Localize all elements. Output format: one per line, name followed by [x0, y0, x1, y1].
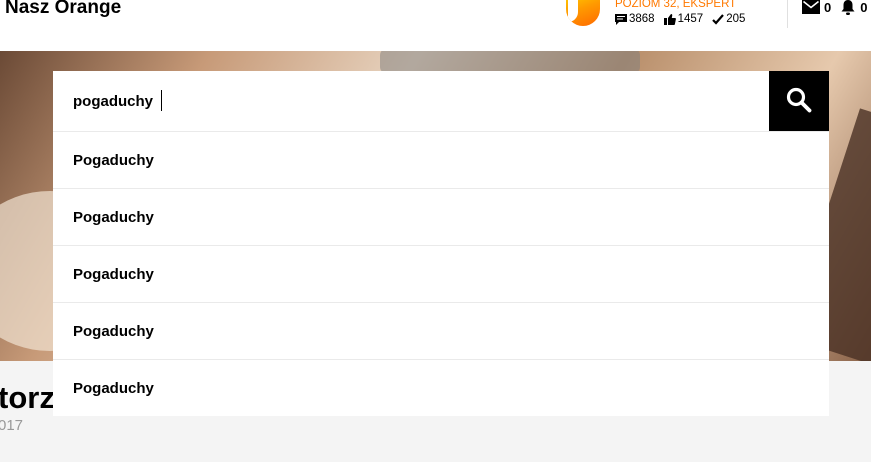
search-icon: [785, 86, 813, 117]
article-date: 017: [0, 417, 24, 434]
search-button[interactable]: [769, 71, 829, 131]
search-panel: Pogaduchy Pogaduchy Pogaduchy Pogaduchy …: [53, 71, 829, 416]
suggestion-item[interactable]: Pogaduchy: [53, 246, 829, 303]
article-title: torz: [0, 380, 55, 415]
avatar[interactable]: [566, 0, 600, 26]
user-stats: 3868 1457 205: [615, 13, 754, 26]
notifications-count[interactable]: 0: [860, 0, 867, 15]
text-caret: [161, 90, 162, 111]
bell-icon[interactable]: [840, 0, 856, 15]
messages-count[interactable]: 0: [824, 0, 831, 15]
header-divider: [787, 0, 788, 28]
checkmark-icon: [712, 14, 725, 25]
thumbs-up-icon: [663, 14, 676, 25]
top-bar: Nasz Orange POZIOM 32, EKSPERT 3868 1457…: [0, 0, 871, 51]
envelope-icon[interactable]: [802, 0, 820, 14]
suggestion-item[interactable]: Pogaduchy: [53, 189, 829, 246]
likes-count: 1457: [677, 13, 704, 25]
header-notifications: 0 0: [802, 0, 871, 16]
suggestion-item[interactable]: Pogaduchy: [53, 132, 829, 189]
suggestion-item[interactable]: Pogaduchy: [53, 360, 829, 417]
search-row: [53, 71, 829, 132]
user-profile[interactable]: POZIOM 32, EKSPERT 3868 1457 205: [566, 0, 766, 30]
user-rank: POZIOM 32, EKSPERT: [615, 0, 737, 10]
search-input[interactable]: [73, 87, 763, 115]
message-bubble-icon: [615, 14, 627, 25]
posts-count: 3868: [629, 13, 655, 25]
suggestion-item[interactable]: Pogaduchy: [53, 303, 829, 360]
solutions-count: 205: [726, 13, 746, 25]
site-title[interactable]: Nasz Orange: [5, 0, 121, 19]
search-suggestions: Pogaduchy Pogaduchy Pogaduchy Pogaduchy …: [53, 132, 829, 417]
